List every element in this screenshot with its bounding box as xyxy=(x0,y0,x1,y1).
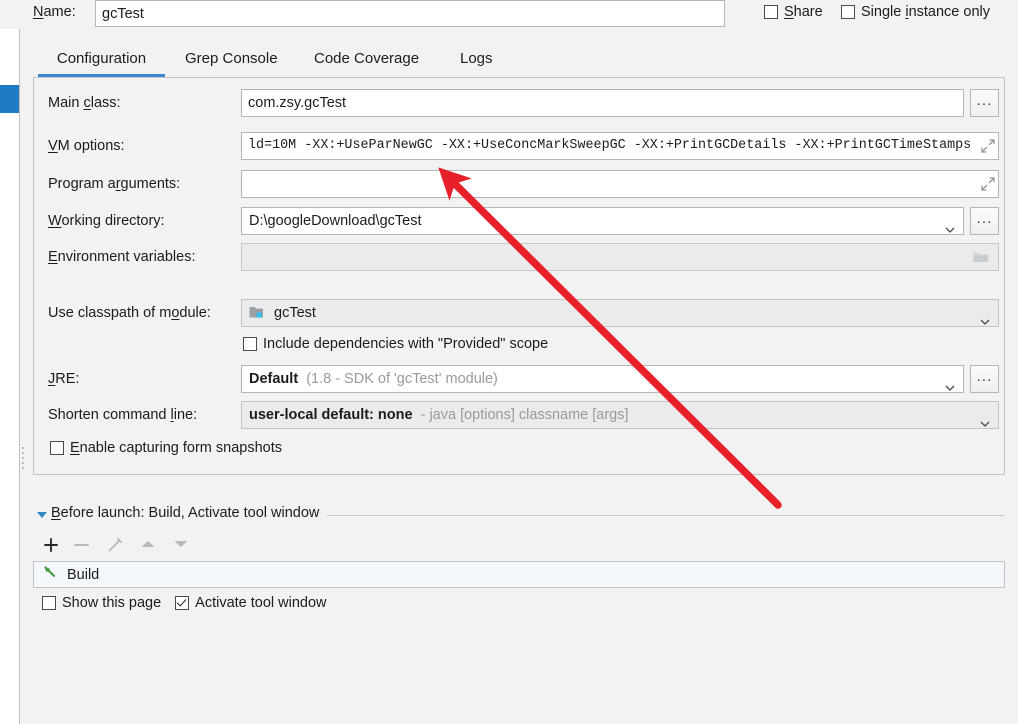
working-directory-input[interactable]: D:\googleDownload\gcTest xyxy=(241,207,964,235)
task-label: Build xyxy=(67,566,100,583)
shorten-command-line-combo[interactable]: user-local default: none - java [options… xyxy=(241,401,999,429)
working-directory-value: D:\googleDownload\gcTest xyxy=(249,213,422,229)
minus-icon xyxy=(71,532,95,558)
share-checkbox[interactable]: Share xyxy=(764,4,823,20)
tab-configuration[interactable]: Configuration xyxy=(38,42,165,77)
use-classpath-module-label: Use classpath of module: xyxy=(48,305,211,321)
name-label: Name: xyxy=(33,4,76,20)
tab-code-coverage[interactable]: Code Coverage xyxy=(314,42,419,77)
before-launch-toolbar xyxy=(40,532,240,560)
single-instance-checkbox-label: Single instance only xyxy=(861,4,990,20)
working-directory-label: Working directory: xyxy=(48,213,165,229)
before-launch-header[interactable]: Before launch: Build, Activate tool wind… xyxy=(33,505,1005,527)
tree-selected-item[interactable] xyxy=(0,85,19,113)
expand-diagonal-icon[interactable] xyxy=(980,176,996,192)
include-provided-scope-label: Include dependencies with "Provided" sco… xyxy=(263,336,549,352)
jre-label: JRE: xyxy=(48,371,80,387)
show-this-page-checkbox[interactable]: Show this page xyxy=(42,595,161,611)
show-this-page-box[interactable] xyxy=(42,596,56,610)
activate-tool-window-box[interactable] xyxy=(175,596,190,610)
task-row[interactable]: Build xyxy=(34,562,1004,587)
program-arguments-label: Program arguments: xyxy=(48,176,181,192)
main-class-browse-button[interactable]: ... xyxy=(970,89,999,117)
tab-grep-console[interactable]: Grep Console xyxy=(185,42,278,77)
name-input[interactable] xyxy=(95,0,725,27)
jre-combo[interactable]: Default (1.8 - SDK of 'gcTest' module) xyxy=(241,365,964,393)
chevron-down-icon[interactable] xyxy=(945,218,955,233)
tab-configuration-label: Configuration xyxy=(56,50,147,67)
main-class-label: Main class: xyxy=(48,95,121,111)
hammer-icon xyxy=(41,564,59,586)
jre-browse-button[interactable]: ... xyxy=(970,365,999,393)
tab-logs[interactable]: Logs xyxy=(460,42,493,77)
before-launch-options: Show this page Activate tool window xyxy=(42,595,327,611)
activate-tool-window-label: Activate tool window xyxy=(195,595,327,611)
jre-value-detail: (1.8 - SDK of 'gcTest' module) xyxy=(306,371,498,387)
shorten-command-line-value: user-local default: none xyxy=(249,407,413,423)
shorten-command-line-label: Shorten command line: xyxy=(48,407,198,423)
configuration-panel: Main class: com.zsy.gcTest ... VM option… xyxy=(33,77,1005,475)
enable-form-snapshots-label: Enable capturing form snapshots xyxy=(70,440,282,456)
settings-tree-strip[interactable] xyxy=(0,29,20,724)
tab-bar: Configuration Grep Console Code Coverage… xyxy=(20,42,1018,77)
enable-form-snapshots-checkbox[interactable]: Enable capturing form snapshots xyxy=(50,440,282,456)
vm-options-input[interactable]: ld=10M -XX:+UseParNewGC -XX:+UseConcMark… xyxy=(241,132,999,160)
chevron-down-icon[interactable] xyxy=(980,412,990,427)
include-provided-scope-checkbox[interactable]: Include dependencies with "Provided" sco… xyxy=(243,336,548,352)
shorten-command-line-detail: - java [options] classname [args] xyxy=(420,407,629,423)
vm-options-label: VM options: xyxy=(48,138,125,154)
single-instance-checkbox-box[interactable] xyxy=(841,5,855,19)
pencil-icon xyxy=(104,532,128,558)
include-provided-scope-box[interactable] xyxy=(243,337,257,351)
plus-icon[interactable] xyxy=(40,532,64,558)
triangle-down-icon[interactable] xyxy=(37,512,47,518)
jre-value: Default xyxy=(249,371,299,387)
folder-icon[interactable] xyxy=(972,249,990,268)
show-this-page-label: Show this page xyxy=(62,595,162,611)
arrow-down-icon xyxy=(170,532,194,558)
module-folder-icon xyxy=(249,303,266,318)
before-launch-task-list[interactable]: Build xyxy=(33,561,1005,588)
main-class-input[interactable]: com.zsy.gcTest xyxy=(241,89,964,117)
share-checkbox-box[interactable] xyxy=(764,5,778,19)
single-instance-checkbox[interactable]: Single instance only xyxy=(841,4,990,20)
use-classpath-module-combo[interactable]: gcTest xyxy=(241,299,999,327)
environment-variables-label: Environment variables: xyxy=(48,249,196,265)
chevron-down-icon[interactable] xyxy=(980,310,990,325)
tab-grep-console-label: Grep Console xyxy=(185,50,278,67)
tab-code-coverage-label: Code Coverage xyxy=(314,50,420,67)
expand-diagonal-icon[interactable] xyxy=(980,138,996,154)
program-arguments-input[interactable] xyxy=(241,170,999,198)
share-checkbox-label: Share xyxy=(784,4,823,20)
splitter-handle[interactable] xyxy=(21,444,26,470)
chevron-down-icon[interactable] xyxy=(945,376,955,391)
working-directory-browse-button[interactable]: ... xyxy=(970,207,999,235)
environment-variables-input[interactable] xyxy=(241,243,999,271)
activate-tool-window-checkbox[interactable]: Activate tool window xyxy=(175,595,327,611)
enable-form-snapshots-box[interactable] xyxy=(50,441,64,455)
arrow-up-icon xyxy=(137,532,161,558)
name-row: Name: Share Single instance only xyxy=(0,0,1018,29)
tab-logs-label: Logs xyxy=(460,50,493,67)
before-launch-title: Before launch: Build, Activate tool wind… xyxy=(51,505,328,521)
use-classpath-module-value: gcTest xyxy=(274,305,316,321)
